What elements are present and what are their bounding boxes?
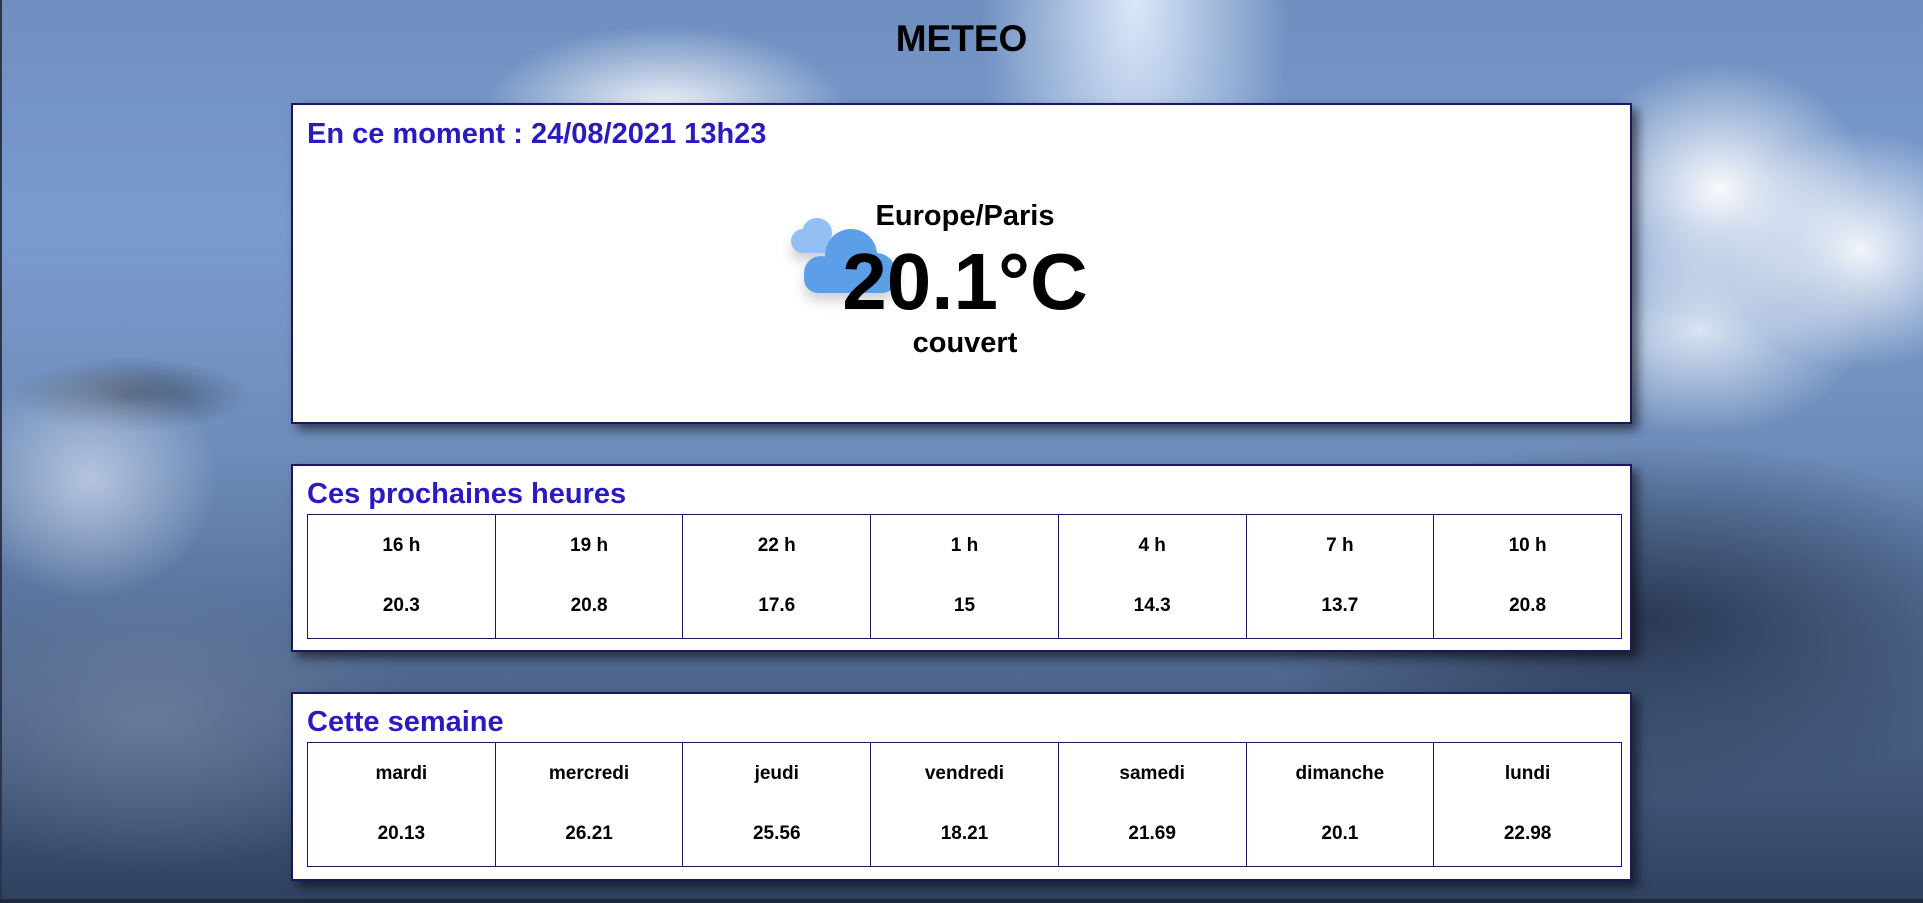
current-temperature: 20.1°C (842, 237, 1088, 326)
hour-label: 10 h (1508, 535, 1547, 556)
forecast-cell: vendredi 18.21 (870, 742, 1059, 867)
day-label: samedi (1119, 763, 1185, 784)
current-weather-heading: En ce moment : 24/08/2021 13h23 (307, 118, 767, 150)
hour-temperature: 13.7 (1321, 595, 1359, 616)
forecast-cell: 19 h 20.8 (494, 514, 684, 639)
table-row: mardi 20.13 mercredi 26.21 jeudi 25.56 vend… (307, 742, 1622, 867)
forecast-cell: lundi 22.98 (1433, 742, 1622, 867)
day-label: mercredi (548, 763, 630, 784)
hour-label: 4 h (1138, 535, 1166, 556)
hour-label: 19 h (570, 535, 609, 556)
hourly-forecast-table: 16 h 20.3 19 h 20.8 22 h 17.6 1 h 15 4 h 14.3… (307, 514, 1622, 639)
forecast-cell: 1 h 15 (870, 514, 1059, 639)
weekly-forecast-panel: Cette semaine mardi 20.13 mercredi 26.21 j… (291, 692, 1632, 881)
hour-label: 22 h (757, 535, 796, 556)
day-temperature: 26.21 (565, 823, 613, 844)
forecast-cell: 4 h 14.3 (1057, 514, 1247, 639)
forecast-cell: jeudi 25.56 (682, 742, 872, 867)
day-label: lundi (1504, 763, 1551, 784)
taskbar-strip (0, 899, 1923, 903)
hour-label: 16 h (382, 535, 421, 556)
current-weather-body: En ce moment : 24/08/2021 13h23 Europe/P… (293, 105, 1630, 422)
day-temperature: 25.56 (752, 823, 801, 844)
hour-temperature: 20.8 (1509, 595, 1547, 616)
hourly-forecast-panel: Ces prochaines heures 16 h 20.3 19 h 20.8 … (291, 464, 1632, 652)
current-weather-panel: En ce moment : 24/08/2021 13h23 Europe/P… (291, 103, 1632, 424)
forecast-cell: 22 h 17.6 (682, 514, 872, 639)
forecast-cell: 7 h 13.7 (1245, 514, 1435, 639)
page-title: METEO (895, 18, 1028, 59)
window-edge (0, 0, 2, 903)
table-row: 16 h 20.3 19 h 20.8 22 h 17.6 1 h 15 4 h 14.3… (307, 514, 1622, 639)
forecast-cell: mardi 20.13 (307, 742, 496, 867)
forecast-cell: 10 h 20.8 (1433, 514, 1622, 639)
forecast-cell: samedi 21.69 (1057, 742, 1247, 867)
hour-label: 1 h (950, 535, 979, 556)
location-name: Europe/Paris (875, 200, 1055, 232)
hour-temperature: 15 (953, 595, 976, 616)
hour-label: 7 h (1326, 535, 1354, 556)
day-label: mardi (375, 763, 428, 784)
day-temperature: 20.1 (1321, 823, 1359, 844)
day-temperature: 20.13 (377, 823, 426, 844)
day-label: jeudi (754, 763, 799, 784)
forecast-cell: mercredi 26.21 (494, 742, 684, 867)
hour-temperature: 14.3 (1133, 595, 1171, 616)
day-temperature: 22.98 (1503, 823, 1552, 844)
weather-condition: couvert (912, 327, 1018, 359)
hour-temperature: 20.8 (570, 595, 608, 616)
day-temperature: 21.69 (1128, 823, 1176, 844)
forecast-cell: 16 h 20.3 (307, 514, 496, 639)
hour-temperature: 20.3 (382, 595, 420, 616)
hourly-forecast-heading: Ces prochaines heures (307, 478, 627, 510)
day-label: vendredi (924, 763, 1005, 784)
forecast-cell: dimanche 20.1 (1245, 742, 1435, 867)
weekly-forecast-table: mardi 20.13 mercredi 26.21 jeudi 25.56 vend… (307, 742, 1622, 867)
hour-temperature: 17.6 (758, 595, 796, 616)
day-temperature: 18.21 (940, 823, 989, 844)
weekly-forecast-heading: Cette semaine (307, 706, 504, 738)
day-label: dimanche (1295, 763, 1385, 784)
